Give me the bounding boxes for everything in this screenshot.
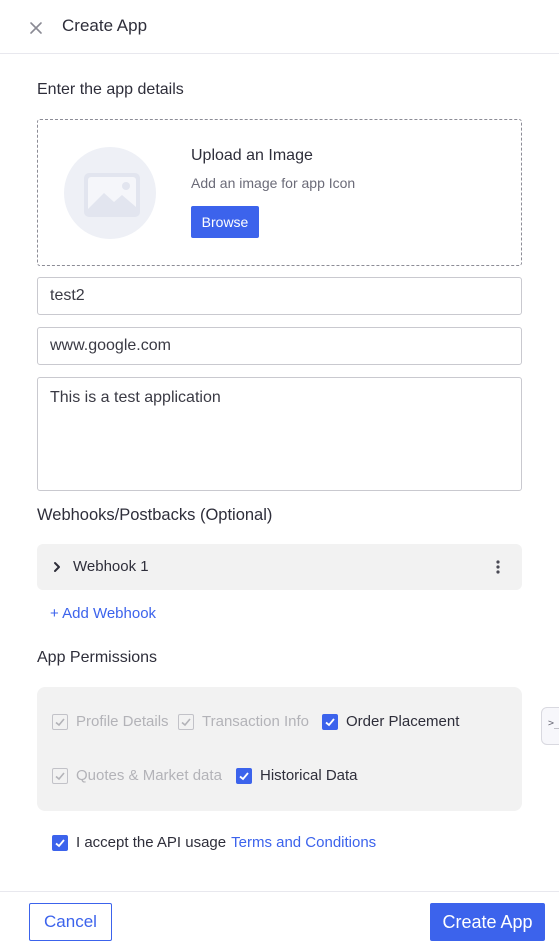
permissions-heading: App Permissions — [37, 649, 158, 666]
more-options-icon[interactable] — [491, 558, 505, 576]
checkbox-disabled — [52, 713, 68, 730]
upload-subtitle: Add an image for app Icon — [191, 175, 356, 191]
upload-title: Upload an Image — [191, 147, 313, 164]
webhook-item[interactable]: Webhook 1 — [37, 544, 522, 590]
page-title: Create App — [62, 16, 148, 35]
modal-header: Create App — [0, 0, 559, 54]
side-terminal-tab[interactable]: >_ — [541, 707, 559, 745]
add-webhook-link[interactable]: + Add Webhook — [50, 605, 156, 622]
terms-link[interactable]: Terms and Conditions — [231, 834, 376, 851]
cancel-button[interactable]: Cancel — [29, 903, 112, 941]
terms-checkbox[interactable] — [52, 834, 68, 851]
app-name-input[interactable] — [37, 277, 522, 315]
permission-profile-details: Profile Details — [52, 713, 169, 730]
chevron-right-icon — [54, 562, 60, 572]
image-upload-dropzone[interactable]: Upload an Image Add an image for app Ico… — [37, 119, 522, 266]
permission-label: Profile Details — [76, 713, 169, 730]
create-app-button[interactable]: Create App — [430, 903, 545, 941]
checkbox-checked[interactable] — [322, 713, 338, 730]
terms-acceptance: I accept the API usage Terms and Conditi… — [52, 834, 376, 851]
modal-footer: Cancel Create App — [0, 891, 559, 946]
permission-quotes-market-data: Quotes & Market data — [52, 767, 222, 784]
checkbox-disabled — [52, 767, 68, 784]
close-icon[interactable] — [28, 20, 44, 36]
permission-label: Quotes & Market data — [76, 767, 222, 784]
permission-label: Historical Data — [260, 767, 358, 784]
checkbox-disabled — [178, 713, 194, 730]
description-textarea[interactable]: This is a test application — [37, 377, 522, 491]
terminal-icon: >_ — [548, 718, 559, 729]
webhook-label: Webhook 1 — [73, 558, 149, 575]
webhooks-heading: Webhooks/Postbacks (Optional) — [37, 506, 273, 524]
checkbox-checked[interactable] — [236, 767, 252, 784]
terms-text: I accept the API usage — [76, 834, 227, 851]
permission-label: Transaction Info — [202, 713, 309, 730]
app-details-heading: Enter the app details — [37, 81, 184, 98]
permission-order-placement[interactable]: Order Placement — [322, 713, 459, 730]
image-placeholder-icon — [64, 147, 156, 239]
redirect-url-input[interactable] — [37, 327, 522, 365]
browse-button[interactable]: Browse — [191, 206, 259, 238]
permission-historical-data[interactable]: Historical Data — [236, 767, 358, 784]
permission-transaction-info: Transaction Info — [178, 713, 309, 730]
permissions-panel: Profile Details Transaction Info Order P… — [37, 687, 522, 811]
permission-label: Order Placement — [346, 713, 460, 730]
